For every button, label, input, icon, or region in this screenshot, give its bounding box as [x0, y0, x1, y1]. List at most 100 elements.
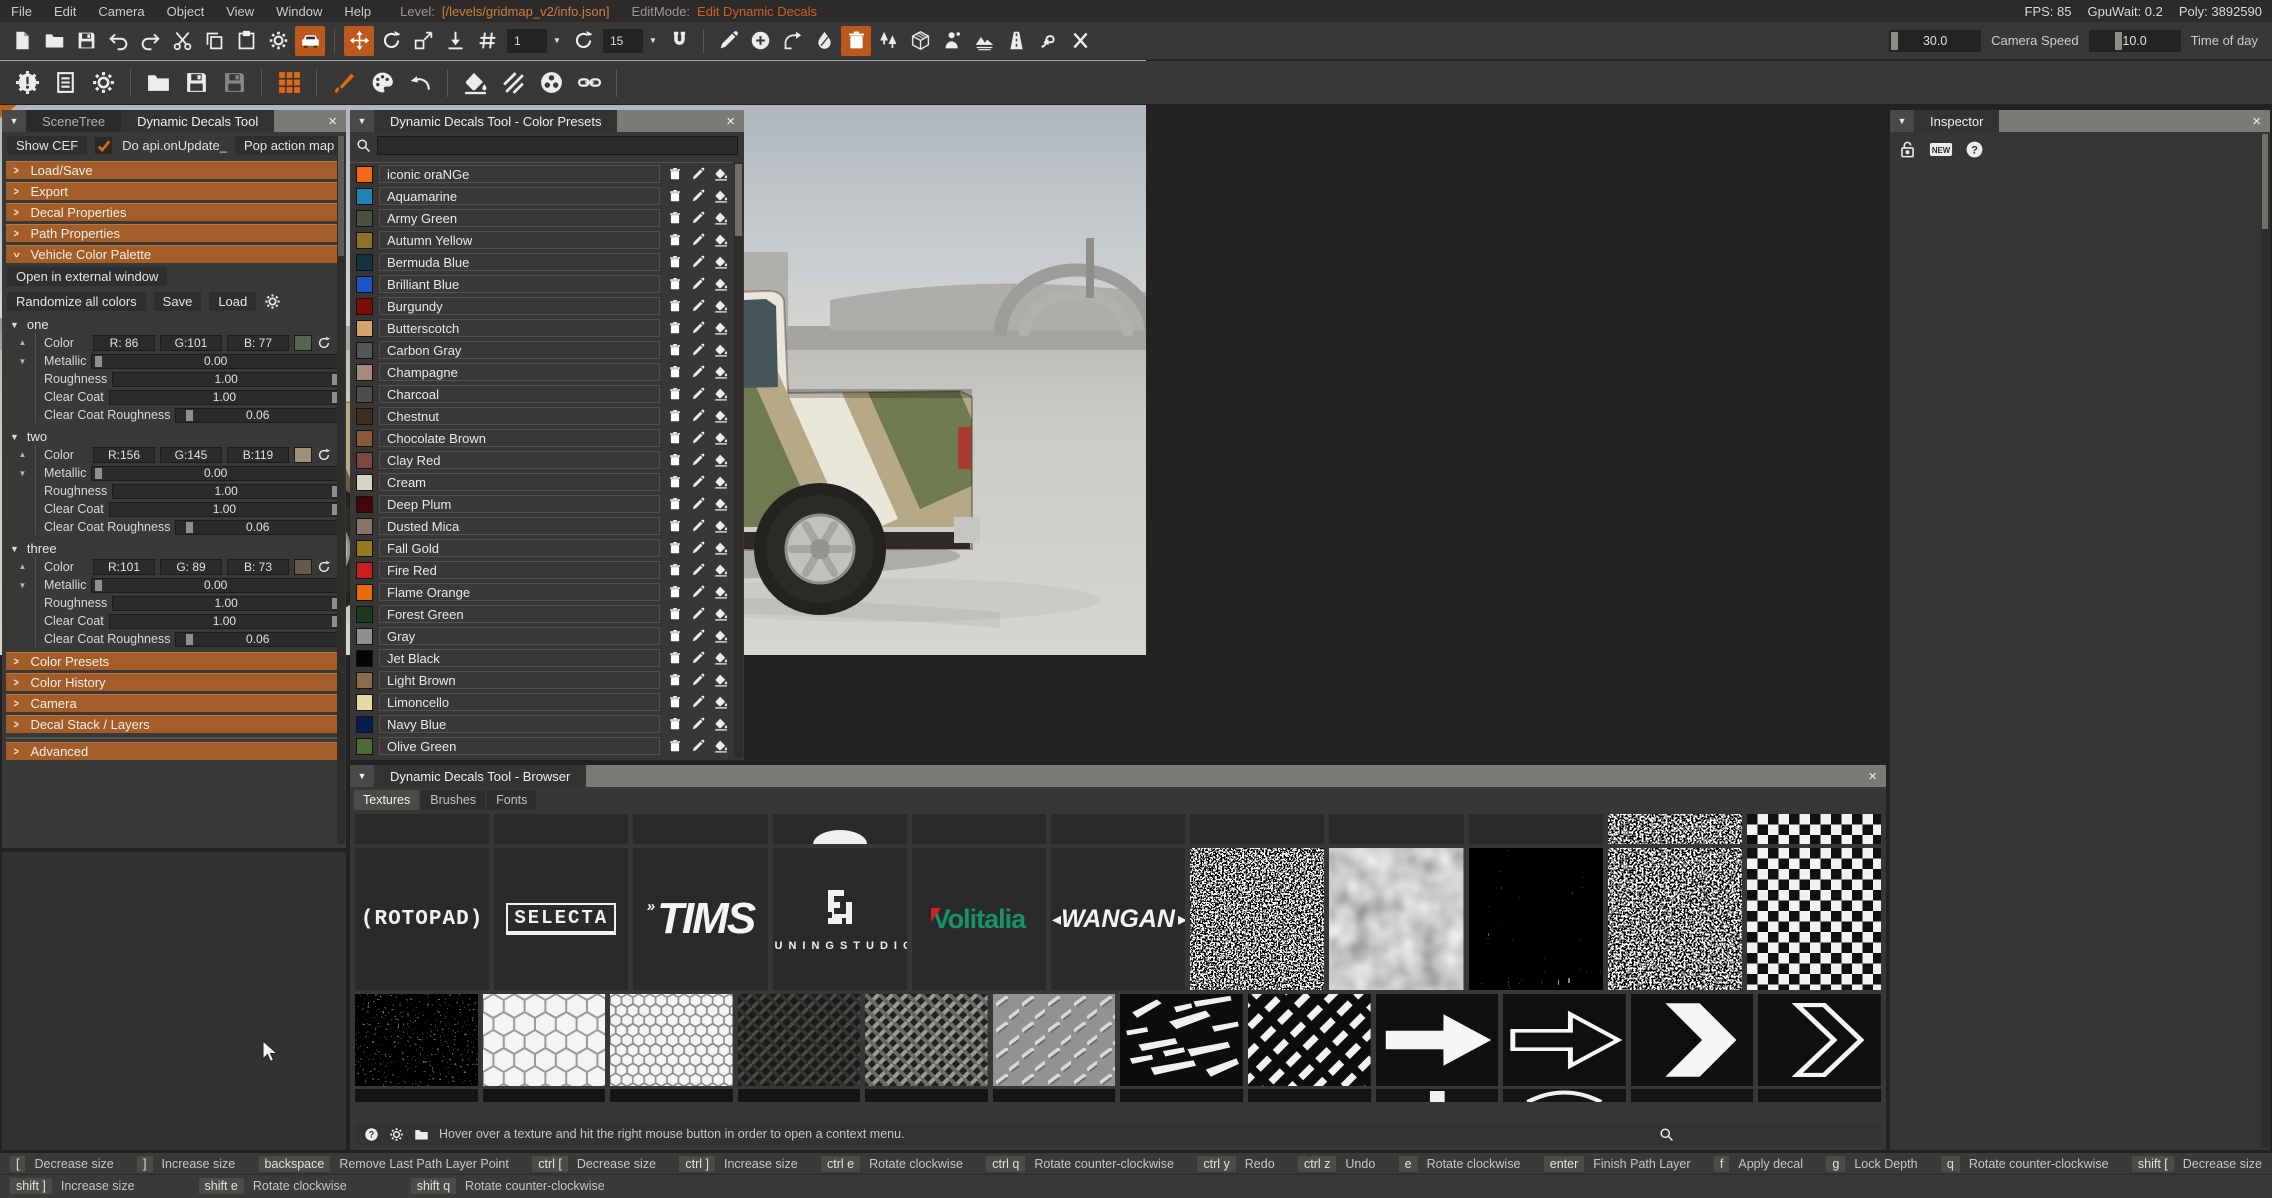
time-of-day-slider[interactable]: 10.0 — [2089, 30, 2181, 52]
rotate-snap-button[interactable] — [568, 26, 598, 56]
preset-name-field[interactable]: Flame Orange — [379, 583, 660, 601]
texture-tile-tuningstudio[interactable]: TUNINGSTUDIO — [773, 848, 907, 990]
texture-tile-partial[interactable] — [738, 1089, 861, 1102]
texture-tile-partial[interactable] — [1747, 814, 1881, 844]
pencil-icon[interactable] — [689, 233, 706, 247]
texture-tile-partial[interactable] — [1248, 1089, 1371, 1102]
delete-x-button[interactable] — [1065, 26, 1095, 56]
preset-color-swatch[interactable] — [356, 672, 373, 689]
left-panel-scrollbar[interactable] — [337, 136, 345, 844]
fill-bucket-icon[interactable] — [712, 409, 729, 423]
texture-tile-partial[interactable] — [1051, 814, 1185, 844]
folder-icon[interactable] — [414, 1127, 429, 1142]
trash-icon[interactable] — [666, 431, 683, 445]
preset-color-swatch[interactable] — [356, 364, 373, 381]
slider[interactable]: 0.00 — [91, 578, 340, 593]
pencil-icon[interactable] — [689, 453, 706, 467]
fill-bucket-icon[interactable] — [712, 453, 729, 467]
snap-value-input[interactable]: 15 — [603, 29, 643, 53]
trash-icon[interactable] — [666, 563, 683, 577]
preset-name-field[interactable]: Chocolate Brown — [379, 429, 660, 447]
fill-bucket-icon[interactable] — [712, 277, 729, 291]
api-onupdate-checkbox[interactable] — [95, 137, 112, 154]
pencil-icon[interactable] — [689, 695, 706, 709]
texture-tile[interactable] — [1608, 848, 1742, 990]
palette-group-header[interactable]: ▼two — [10, 428, 340, 445]
color-swatch[interactable] — [294, 447, 312, 463]
tab-scenetree[interactable]: SceneTree — [26, 110, 121, 132]
section-color-presets[interactable]: >Color Presets — [6, 652, 342, 670]
fill-bucket-icon[interactable] — [712, 629, 729, 643]
texture-tile-tims[interactable]: »TIMS — [633, 848, 767, 990]
preset-color-swatch[interactable] — [356, 320, 373, 337]
slider[interactable]: 1.00 — [109, 390, 340, 405]
texture-tile[interactable] — [1190, 848, 1324, 990]
preset-name-field[interactable]: Forest Green — [379, 605, 660, 623]
preset-name-field[interactable]: Butterscotch — [379, 319, 660, 337]
texture-tile-partial[interactable] — [1758, 1089, 1881, 1102]
snap-value-input[interactable]: 1 — [507, 29, 547, 53]
pencil-icon[interactable] — [689, 299, 706, 313]
gear-icon[interactable] — [264, 293, 281, 310]
texture-tile-partial[interactable] — [865, 1089, 988, 1102]
tab-brushes[interactable]: Brushes — [421, 790, 485, 810]
level-path[interactable]: [/levels/gridmap_v2/info.json] — [442, 4, 610, 19]
texture-tile-partial[interactable] — [1608, 814, 1742, 844]
section-path-properties[interactable]: >Path Properties — [6, 224, 342, 242]
slider[interactable]: 1.00 — [109, 614, 340, 629]
pencil-icon[interactable] — [689, 211, 706, 225]
menu-file[interactable]: File — [0, 0, 43, 22]
texture-tile[interactable] — [610, 994, 733, 1086]
preset-name-field[interactable]: Light Brown — [379, 671, 660, 689]
preset-name-field[interactable]: Aquamarine — [379, 187, 660, 205]
trash-icon[interactable] — [666, 673, 683, 687]
texture-tile-partial[interactable] — [355, 1089, 478, 1102]
path-loop-button[interactable] — [1033, 26, 1063, 56]
trash-icon[interactable] — [666, 189, 683, 203]
fill-bucket-icon[interactable] — [712, 211, 729, 225]
texture-tile[interactable] — [483, 994, 606, 1086]
texture-tile[interactable] — [865, 994, 988, 1086]
close-icon[interactable]: × — [319, 113, 346, 130]
trash-icon[interactable] — [666, 255, 683, 269]
folder-open-button[interactable] — [140, 66, 176, 100]
slider[interactable]: 1.00 — [109, 502, 340, 517]
fill-bucket-icon[interactable] — [712, 343, 729, 357]
trash-icon[interactable] — [666, 299, 683, 313]
trash-icon[interactable] — [666, 409, 683, 423]
fill-bucket-icon[interactable] — [712, 695, 729, 709]
pencil-icon[interactable] — [689, 629, 706, 643]
forest-button[interactable] — [873, 26, 903, 56]
preset-search-input[interactable] — [377, 136, 738, 155]
preset-name-field[interactable]: Limoncello — [379, 693, 660, 711]
color-wheel-button[interactable] — [533, 66, 569, 100]
color-r-value[interactable]: R:101 — [93, 559, 155, 575]
preset-color-swatch[interactable] — [356, 628, 373, 645]
preset-color-swatch[interactable] — [356, 188, 373, 205]
chevron-down-icon[interactable]: ▼ — [547, 29, 567, 53]
preset-name-field[interactable]: Fall Gold — [379, 539, 660, 557]
pencil-icon[interactable] — [689, 497, 706, 511]
preset-name-field[interactable]: Navy Blue — [379, 715, 660, 733]
fill-bucket-icon[interactable] — [712, 717, 729, 731]
fill-bucket-button[interactable] — [457, 66, 493, 100]
pencil-icon[interactable] — [689, 475, 706, 489]
fill-bucket-icon[interactable] — [712, 475, 729, 489]
texture-tile[interactable] — [1631, 994, 1754, 1086]
preset-name-field[interactable]: Cream — [379, 473, 660, 491]
preset-color-swatch[interactable] — [356, 342, 373, 359]
preset-name-field[interactable]: Charcoal — [379, 385, 660, 403]
slider[interactable]: 0.06 — [175, 632, 340, 647]
preset-name-field[interactable]: Burgundy — [379, 297, 660, 315]
texture-tile-partial[interactable] — [633, 814, 767, 844]
fill-bucket-icon[interactable] — [712, 431, 729, 445]
palette-group-header[interactable]: ▼one — [10, 316, 340, 333]
fill-bucket-icon[interactable] — [712, 739, 729, 753]
texture-tile-partial[interactable] — [483, 1089, 606, 1102]
alert-gear-button[interactable] — [9, 66, 45, 100]
preset-color-swatch[interactable] — [356, 210, 373, 227]
brush-button[interactable] — [326, 66, 362, 100]
pencil-icon[interactable] — [689, 409, 706, 423]
texture-tile[interactable] — [1758, 994, 1881, 1086]
preset-color-swatch[interactable] — [356, 738, 373, 755]
